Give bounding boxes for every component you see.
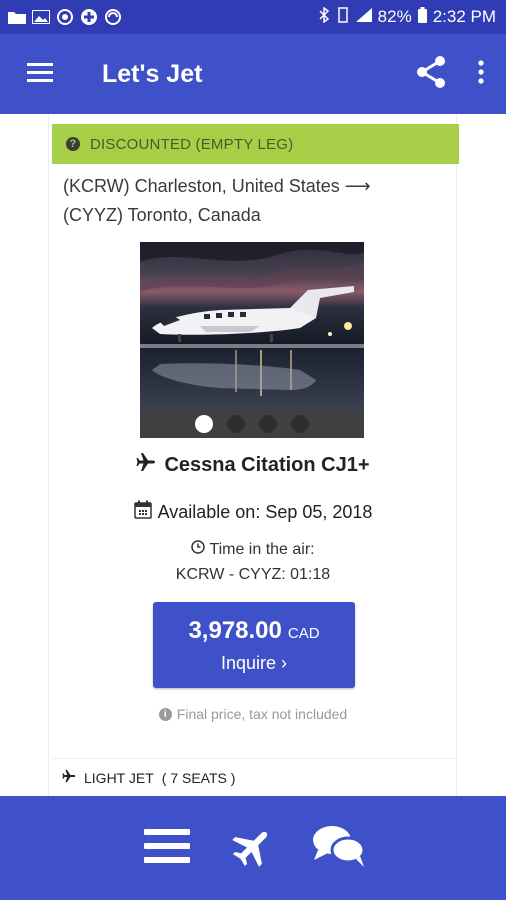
status-bar: 82% 2:32 PM	[0, 0, 506, 34]
price: 3,978.00 CAD	[153, 617, 355, 645]
sync-icon	[56, 9, 74, 25]
inquire-button[interactable]: 3,978.00 CAD Inquire ›	[153, 602, 355, 688]
more-options-button[interactable]	[456, 34, 506, 114]
route-origin: (KCRW) Charleston, United States ⟶	[63, 176, 371, 196]
aircraft-model-name: Cessna Citation CJ1+	[164, 453, 370, 476]
clock: 2:32 PM	[432, 7, 496, 26]
notification-icons	[8, 9, 122, 25]
plane-icon	[62, 769, 76, 786]
plane-icon	[232, 825, 274, 872]
battery-percent: 82%	[377, 7, 412, 26]
discount-badge-label: DISCOUNTED (EMPTY LEG)	[90, 135, 294, 153]
price-note: i Final price, tax not included	[0, 706, 506, 722]
flight-time-label: Time in the air:	[0, 540, 506, 559]
browser-icon	[104, 9, 122, 25]
bluetooth-icon	[318, 6, 330, 28]
nav-flights-button[interactable]	[224, 819, 282, 877]
signal-icon	[355, 7, 372, 27]
price-note-text: Final price, tax not included	[176, 706, 348, 722]
aircraft-photo[interactable]	[140, 242, 364, 438]
carousel-dot[interactable]	[291, 415, 309, 433]
image-icon	[32, 9, 50, 25]
flight-time-value: KCRW - CYYZ: 01:18	[175, 566, 331, 583]
share-button[interactable]	[406, 34, 456, 114]
carousel-dot[interactable]	[259, 415, 277, 433]
app-bar: Let's Jet	[0, 34, 506, 114]
carousel-dot[interactable]	[227, 415, 245, 433]
carousel-indicator	[140, 410, 364, 438]
chat-icon	[312, 824, 366, 873]
nav-chat-button[interactable]	[310, 819, 368, 877]
menu-button[interactable]	[0, 34, 80, 114]
route: (KCRW) Charleston, United States ⟶ (CYYZ…	[63, 172, 453, 230]
clock-icon	[191, 540, 206, 559]
carousel-dot[interactable]	[195, 415, 213, 433]
seat-count: ( 7 SEATS )	[161, 769, 236, 786]
inquire-label: Inquire ›	[220, 653, 288, 673]
price-amount: 3,978.00	[188, 617, 282, 644]
list-icon	[144, 827, 190, 870]
calendar-icon	[133, 500, 152, 524]
system-status: 82% 2:32 PM	[318, 6, 496, 28]
price-currency: CAD	[287, 625, 320, 642]
question-icon: ?	[66, 137, 80, 151]
jet-category: LIGHT JET	[84, 769, 154, 786]
plane-icon	[136, 452, 156, 478]
battery-icon	[417, 6, 427, 28]
availability: Available on: Sep 05, 2018	[0, 500, 506, 524]
listing-content[interactable]: ? DISCOUNTED (EMPTY LEG) (KCRW) Charlest…	[0, 114, 506, 796]
bottom-navigation	[0, 796, 506, 900]
next-listing-header[interactable]: LIGHT JET ( 7 SEATS )	[52, 758, 456, 796]
share-icon	[415, 55, 447, 94]
app-title: Let's Jet	[102, 59, 203, 88]
availability-date: Available on: Sep 05, 2018	[157, 501, 373, 522]
nav-list-button[interactable]	[138, 819, 196, 877]
discount-badge: ? DISCOUNTED (EMPTY LEG)	[52, 124, 459, 164]
more-vert-icon	[478, 59, 484, 89]
hamburger-menu-icon	[27, 62, 53, 87]
folder-icon	[8, 9, 26, 25]
flight-time-label-text: Time in the air:	[209, 540, 315, 558]
aircraft-photo-image	[140, 242, 364, 410]
aircraft-model: Cessna Citation CJ1+	[0, 452, 506, 478]
vibrate-icon	[336, 6, 350, 28]
route-destination: (CYYZ) Toronto, Canada	[63, 205, 261, 225]
info-icon: i	[158, 707, 172, 721]
medical-icon	[80, 9, 98, 25]
